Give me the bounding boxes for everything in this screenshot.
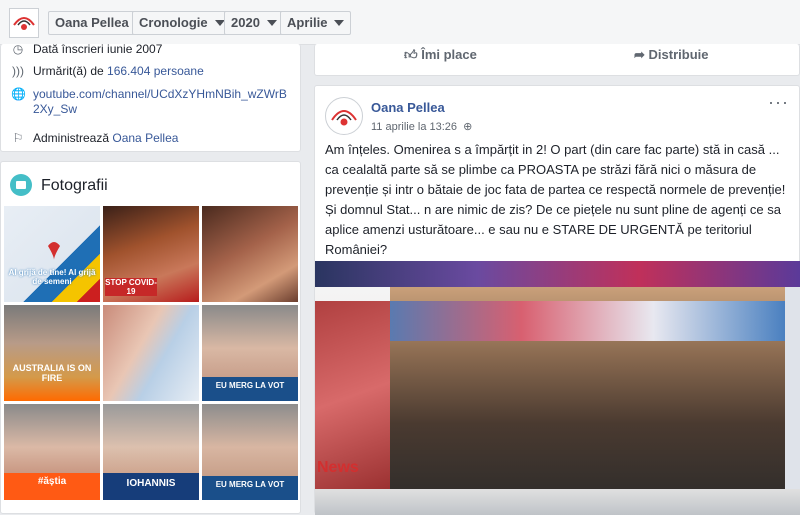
share-label: Distribuie (648, 47, 709, 62)
photo-caption-7: #ăștia (37, 476, 67, 487)
timeline-dropdown-label: Cronologie (139, 15, 208, 30)
post-image[interactable]: News (315, 261, 800, 515)
about-card: ◷ Dată înscrieri iunie 2007 ))) Urmărit(ă)… (0, 42, 301, 152)
like-label: Îmi place (421, 47, 477, 62)
photo-thumb-7[interactable]: #ăștia (4, 404, 100, 500)
photo-caption-8: IOHANNIS (126, 478, 176, 489)
post-date[interactable]: 11 aprilie la 13:26 ⊕ (371, 120, 472, 133)
followers-row: ))) Urmărit(ă) de 166.404 persoane (11, 64, 204, 78)
followers-prefix: Urmărit(ă) de (33, 64, 108, 78)
post-options-button[interactable]: ··· (768, 92, 789, 113)
share-icon: ➦ (634, 47, 645, 62)
like-button[interactable]: 👍︎ Îmi place (404, 47, 477, 63)
website-link-line1[interactable]: youtube.com/channel/UCdXzYHmNBih_wZWrB (33, 87, 287, 101)
post-author-avatar[interactable] (325, 97, 363, 135)
photos-card: Fotografii Al grijă de tine! Al grijă de… (0, 161, 301, 514)
website-row: 🌐 youtube.com/channel/UCdXzYHmNBih_wZWrB (11, 86, 287, 102)
photo-thumb-3[interactable] (202, 206, 298, 302)
globe-icon: 🌐 (11, 87, 26, 101)
page-name-button[interactable]: Oana Pellea (48, 11, 136, 35)
photo-thumb-5[interactable] (103, 305, 199, 401)
admin-name-link[interactable]: Oana Pellea (112, 131, 178, 145)
photo-caption-9: EU MERG LA VOT (202, 480, 298, 489)
photos-title[interactable]: Fotografii (41, 177, 108, 195)
admin-prefix: Administrează (33, 131, 113, 145)
photo-caption-4: AUSTRALIA IS ON FIRE (12, 363, 92, 383)
camera-icon (10, 174, 32, 196)
chevron-down-icon (334, 19, 345, 26)
photo-caption-2: STOP COVID-19 (105, 278, 157, 296)
flag-icon: ⚐ (12, 131, 24, 145)
previous-post-actions (314, 44, 800, 76)
website-link-line2[interactable]: 2Xy_Sw (33, 102, 77, 116)
post-text: Am înțeles. Omenirea s a împărțit in 2! … (325, 142, 786, 257)
followers-count[interactable]: 166.404 persoane (107, 64, 204, 78)
photo-thumb-8[interactable]: IOHANNIS (103, 404, 199, 500)
photo-caption-1: Al grijă de tine! Al grijă de semeni (8, 268, 96, 286)
year-dropdown[interactable]: 2020 (224, 11, 284, 35)
photo-thumb-4[interactable]: AUSTRALIA IS ON FIRE (4, 305, 100, 401)
photo-thumb-6[interactable]: EU MERG LA VOT (202, 305, 298, 401)
month-dropdown[interactable]: Aprilie (280, 11, 352, 35)
admin-row: ⚐ Administrează Oana Pellea (11, 131, 179, 145)
month-dropdown-label: Aprilie (287, 15, 328, 30)
photo-thumb-9[interactable]: EU MERG LA VOT (202, 404, 298, 500)
photo-thumb-2[interactable]: STOP COVID-19 (103, 206, 199, 302)
rss-icon: ))) (12, 64, 24, 78)
creation-row: ◷ Dată înscrieri iunie 2007 (11, 42, 163, 56)
page-top-bar: Oana Pellea Cronologie 2020 Aprilie (0, 0, 800, 45)
chevron-down-icon (266, 19, 277, 26)
share-button[interactable]: ➦ Distribuie (634, 47, 709, 63)
news-badge: News (317, 459, 359, 476)
timeline-dropdown[interactable]: Cronologie (132, 11, 232, 35)
post-card: Oana Pellea 11 aprilie la 13:26 ⊕ ··· Am… (314, 85, 800, 515)
thumbs-up-icon: 👍︎ (404, 47, 418, 62)
globe-icon: ⊕ (463, 121, 473, 133)
page-avatar[interactable] (9, 8, 39, 38)
photo-thumb-1[interactable]: Al grijă de tine! Al grijă de semeni (4, 206, 100, 302)
photo-caption-6: EU MERG LA VOT (202, 381, 298, 390)
clock-icon: ◷ (12, 42, 24, 56)
post-author-name[interactable]: Oana Pellea (371, 100, 445, 115)
year-dropdown-label: 2020 (231, 15, 260, 30)
creation-text: Dată înscrieri iunie 2007 (33, 42, 163, 56)
post-date-text: 11 aprilie la 13:26 (371, 121, 458, 133)
